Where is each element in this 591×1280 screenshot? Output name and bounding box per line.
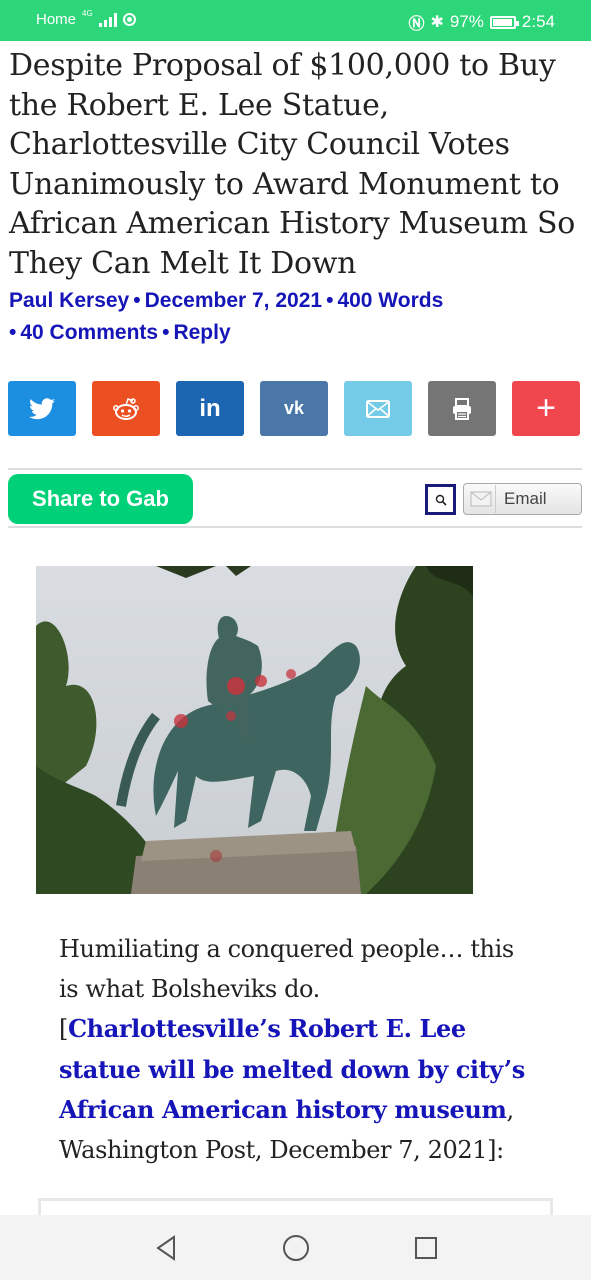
- home-button[interactable]: [276, 1228, 316, 1268]
- article-photo: [36, 566, 473, 894]
- reddit-alien-icon: [113, 397, 139, 420]
- carrier-label: Home: [36, 11, 77, 28]
- email-subscribe-button[interactable]: Email: [463, 483, 582, 515]
- author-link[interactable]: Paul Kersey: [9, 289, 129, 312]
- back-triangle-icon: [155, 1234, 175, 1261]
- article-date: December 7, 2021: [144, 289, 323, 312]
- share-reddit-button[interactable]: [92, 381, 160, 436]
- meta-separator: •: [162, 321, 170, 344]
- battery-percent: 97%: [449, 12, 484, 31]
- linkedin-icon: in: [199, 394, 221, 422]
- share-print-button[interactable]: [428, 381, 496, 436]
- printer-icon: [453, 397, 471, 420]
- divider-top: [8, 468, 582, 470]
- battery-icon: [489, 15, 519, 29]
- navigation-bar: [0, 1215, 591, 1280]
- envelope-icon: [466, 485, 496, 513]
- status-right: Ⓝ ✱ 97% 2:54: [408, 10, 555, 34]
- article-meta: Paul Kersey • December 7, 2021 • 400 Words • 4…: [9, 285, 569, 349]
- washington-post-link[interactable]: Charlottesville’s Robert E. Lee statue w…: [59, 1014, 525, 1124]
- email-button-label: Email: [504, 489, 547, 508]
- meta-separator: •: [133, 289, 141, 312]
- network-type: 4G: [82, 9, 93, 18]
- share-more-button[interactable]: +: [512, 381, 580, 436]
- link-bracket: [: [59, 1015, 68, 1043]
- share-buttons-row: in vk +: [8, 381, 580, 436]
- nfc-icon: Ⓝ: [408, 16, 425, 33]
- status-left: Home 4G: [36, 9, 136, 28]
- article-intro: Humiliating a conquered people… this is …: [59, 935, 514, 1003]
- share-to-gab-button[interactable]: Share to Gab: [8, 474, 193, 524]
- meta-separator: •: [326, 289, 334, 312]
- share-email-button[interactable]: [344, 381, 412, 436]
- back-button[interactable]: [146, 1228, 186, 1268]
- search-button[interactable]: [425, 484, 456, 515]
- reply-link[interactable]: Reply: [173, 321, 230, 344]
- home-circle-icon: [282, 1234, 309, 1261]
- signal-icon: [98, 12, 117, 27]
- share-twitter-button[interactable]: [8, 381, 76, 436]
- twitter-bird-icon: [29, 397, 55, 419]
- word-count: 400 Words: [337, 289, 444, 312]
- comments-link[interactable]: 40 Comments: [20, 321, 158, 344]
- divider-bottom: [8, 526, 582, 528]
- status-bar: Home 4G Ⓝ ✱ 97% 2:54: [0, 0, 591, 41]
- envelope-icon: [366, 399, 390, 418]
- bluetooth-icon: ✱: [430, 14, 444, 31]
- share-vk-button[interactable]: vk: [260, 381, 328, 436]
- vk-icon: vk: [283, 398, 305, 418]
- magnifier-icon: [435, 494, 447, 506]
- plus-icon: +: [536, 389, 556, 427]
- article-body: Humiliating a conquered people… this is …: [59, 930, 539, 1170]
- meta-separator: •: [9, 321, 17, 344]
- hotspot-icon: [122, 13, 136, 26]
- recents-square-icon: [414, 1236, 437, 1259]
- article-headline: Despite Proposal of $100,000 to Buy the …: [9, 48, 576, 281]
- recents-button[interactable]: [406, 1228, 446, 1268]
- clock: 2:54: [521, 12, 555, 31]
- share-linkedin-button[interactable]: in: [176, 381, 244, 436]
